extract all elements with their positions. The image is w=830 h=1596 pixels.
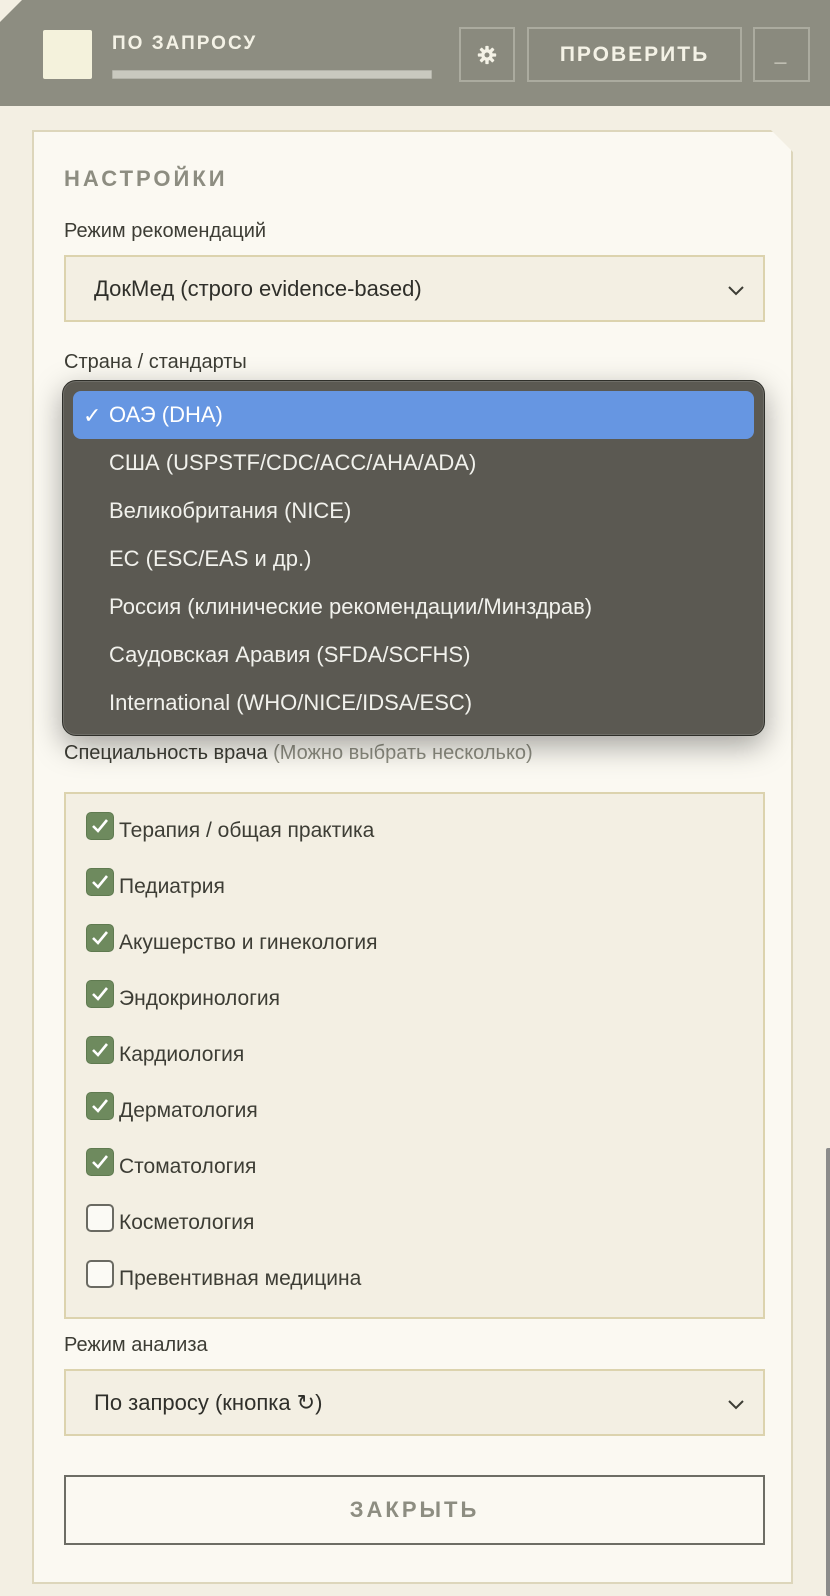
specialty-item-label: Акушерство и гинекология (119, 931, 378, 954)
country-option-label: Великобритания (NICE) (109, 498, 352, 523)
specialty-item-label: Терапия / общая практика (119, 819, 375, 842)
specialty-checkbox[interactable] (86, 1204, 114, 1232)
check-icon (92, 875, 109, 889)
specialty-item[interactable]: Педиатрия (86, 868, 225, 902)
specialty-label-text: Специальность врача (64, 742, 268, 764)
country-option-label: Россия (клинические рекомендации/Минздра… (109, 594, 593, 619)
specialty-item[interactable]: Превентивная медицина (86, 1260, 362, 1294)
specialty-checkbox[interactable] (86, 812, 114, 840)
check-icon (92, 931, 109, 945)
country-option-label: ОАЭ (DHA) (109, 402, 223, 427)
status-indicator (43, 30, 92, 79)
scrollbar-thumb[interactable] (826, 1148, 830, 1596)
country-label: Страна / стандарты (64, 351, 247, 373)
recommendation-mode-select[interactable]: ДокМед (строго evidence-based) (64, 255, 765, 322)
specialty-item[interactable]: Эндокринология (86, 980, 280, 1014)
specialty-item[interactable]: Дерматология (86, 1092, 258, 1126)
minimize-button[interactable]: _ (753, 27, 810, 82)
country-option[interactable]: США (USPSTF/CDC/ACC/AHA/ADA) (73, 439, 754, 487)
specialty-label: Специальность врача (Можно выбрать неско… (64, 742, 533, 765)
progress-fill (113, 71, 431, 78)
recommendation-mode-label: Режим рекомендаций (64, 220, 267, 242)
analysis-mode-field-label: Режим анализа (64, 1334, 208, 1356)
analysis-mode-value: По запросу (кнопка ↻) (94, 1389, 323, 1415)
specialty-item[interactable]: Кардиология (86, 1036, 245, 1070)
specialty-item[interactable]: Стоматология (86, 1148, 257, 1182)
analysis-mode-label: ПО ЗАПРОСУ (112, 33, 258, 54)
specialty-item-label: Косметология (119, 1211, 255, 1234)
specialty-item-label: Стоматология (119, 1155, 257, 1178)
check-button[interactable]: ПРОВЕРИТЬ (527, 27, 742, 82)
country-option-label: Саудовская Аравия (SFDA/SCFHS) (109, 642, 471, 667)
chevron-down-icon (728, 1400, 744, 1410)
settings-panel: НАСТРОЙКИ Режим рекомендаций ДокМед (стр… (32, 130, 793, 1584)
specialty-checkbox[interactable] (86, 1260, 114, 1288)
specialty-checkbox[interactable] (86, 868, 114, 896)
country-option-label: ЕС (ESC/EAS и др.) (109, 546, 312, 571)
settings-title: НАСТРОЙКИ (64, 166, 228, 191)
check-icon (92, 987, 109, 1001)
country-option[interactable]: ✓ ОАЭ (DHA) (73, 391, 754, 439)
specialty-checkbox[interactable] (86, 924, 114, 952)
check-icon (92, 819, 109, 833)
country-dropdown-menu: ✓ ОАЭ (DHA) США (USPSTF/CDC/ACC/AHA/ADA) Ве… (62, 380, 765, 736)
check-icon (92, 1099, 109, 1113)
specialty-item-label: Эндокринология (119, 987, 280, 1010)
specialty-checkbox[interactable] (86, 1036, 114, 1064)
specialty-item-label: Кардиология (119, 1043, 245, 1066)
specialty-checkbox[interactable] (86, 1092, 114, 1120)
country-option-label: International (WHO/NICE/IDSA/ESC) (109, 690, 473, 715)
specialty-item[interactable]: Косметология (86, 1204, 255, 1238)
country-option[interactable]: Россия (клинические рекомендации/Минздра… (73, 583, 754, 631)
country-option[interactable]: Великобритания (NICE) (73, 487, 754, 535)
specialty-item-label: Педиатрия (119, 875, 225, 898)
top-bar: ПО ЗАПРОСУ ПРОВЕРИТЬ _ (0, 0, 830, 106)
specialty-list: Терапия / общая практика Педиатрия Акушерс… (64, 792, 765, 1319)
analysis-mode-select[interactable]: По запросу (кнопка ↻) (64, 1369, 765, 1436)
specialty-item-label: Дерматология (119, 1099, 258, 1122)
country-option[interactable]: Саудовская Аравия (SFDA/SCFHS) (73, 631, 754, 679)
settings-button[interactable] (459, 27, 515, 82)
country-option[interactable]: ЕС (ESC/EAS и др.) (73, 535, 754, 583)
specialty-item[interactable]: Акушерство и гинекология (86, 924, 378, 958)
specialty-item[interactable]: Терапия / общая практика (86, 812, 375, 846)
chevron-down-icon (728, 286, 744, 296)
specialty-hint: (Можно выбрать несколько) (273, 742, 533, 764)
close-button[interactable]: ЗАКРЫТЬ (64, 1475, 765, 1545)
specialty-checkbox[interactable] (86, 1148, 114, 1176)
specialty-item-label: Превентивная медицина (119, 1267, 362, 1290)
specialty-checkbox[interactable] (86, 980, 114, 1008)
check-icon (92, 1043, 109, 1057)
country-option-label: США (USPSTF/CDC/ACC/AHA/ADA) (109, 450, 477, 475)
progress-bar (112, 70, 432, 79)
checkmark-icon: ✓ (83, 403, 102, 428)
gear-icon (477, 45, 497, 64)
country-option[interactable]: International (WHO/NICE/IDSA/ESC) (73, 679, 754, 727)
check-icon (92, 1155, 109, 1169)
recommendation-mode-value: ДокМед (строго evidence-based) (94, 275, 422, 301)
